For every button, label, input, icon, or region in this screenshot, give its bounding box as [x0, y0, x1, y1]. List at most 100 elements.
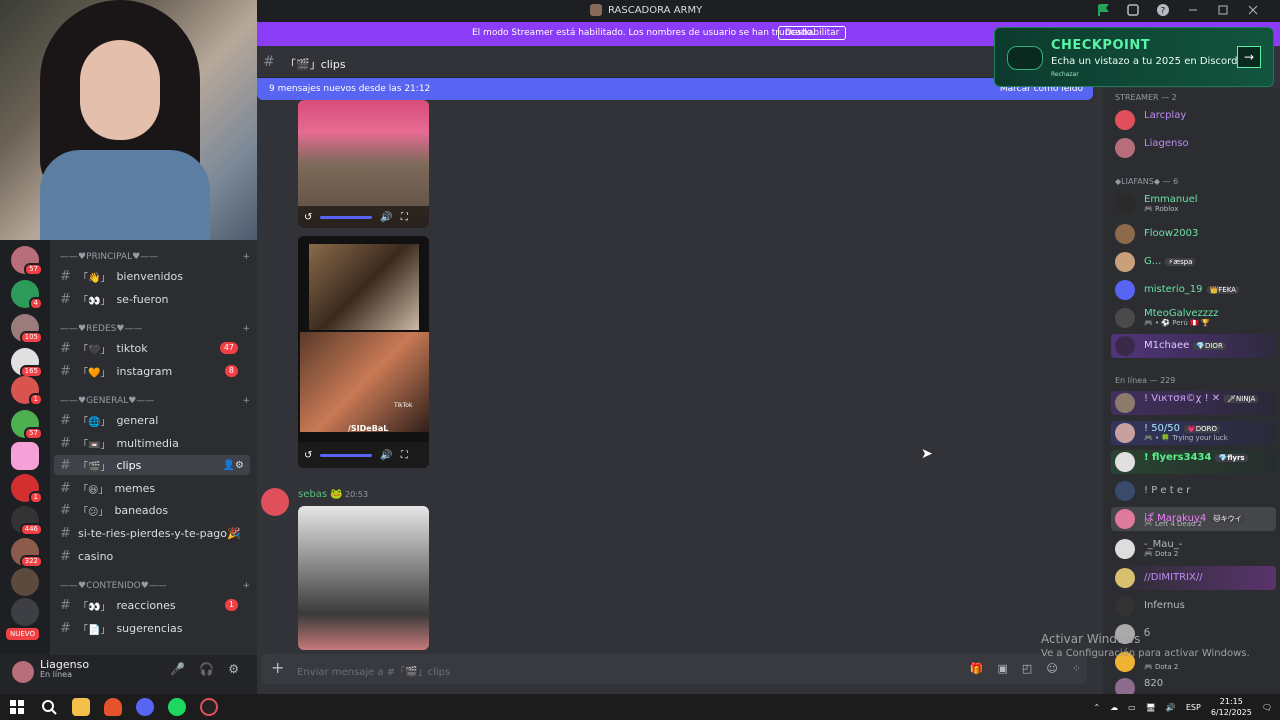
inbox-icon[interactable]: [1126, 3, 1140, 17]
server-icon[interactable]: 4: [11, 280, 43, 310]
server-icon[interactable]: 1: [11, 474, 43, 504]
reject-link[interactable]: Rechazar: [1051, 71, 1079, 78]
category-contenido[interactable]: ——♥CONTENIDO♥—— +: [60, 581, 250, 591]
member-item[interactable]: M1chaee 💎DIOR: [1111, 334, 1276, 358]
channel-se-fueron[interactable]: # 「👀」 se-fueron: [54, 289, 250, 309]
disable-streamer-button[interactable]: Deshabilitar: [778, 26, 847, 40]
fullscreen-icon[interactable]: ⛶: [401, 212, 408, 223]
member-item[interactable]: MteoGalvezzzz 🎮 • ⚽ Perú 🇵🇪 🏆: [1111, 306, 1276, 330]
new-messages-bar[interactable]: 9 mensajes nuevos desde las 21:12 Marcar…: [257, 78, 1093, 100]
video-progress[interactable]: [320, 215, 373, 219]
windows-start-icon[interactable]: [8, 698, 26, 716]
volume-icon[interactable]: 🔊: [380, 450, 392, 461]
plus-icon[interactable]: +: [271, 658, 284, 677]
member-item[interactable]: //DIMITRIX//: [1111, 566, 1276, 590]
member-item[interactable]: Infernus: [1111, 594, 1276, 618]
channel-si-te-ries[interactable]: # si-te-ries-pierdes-y-te-pago🎉: [54, 523, 250, 543]
arrow-right-icon[interactable]: →: [1237, 46, 1261, 68]
gear-icon[interactable]: ⚙: [228, 662, 239, 676]
minimize-icon[interactable]: [1186, 3, 1200, 17]
channel-instagram[interactable]: # 「🧡」 instagram 8: [54, 361, 250, 381]
volume-icon[interactable]: 🔊: [1166, 703, 1176, 712]
add-channel-icon[interactable]: +: [242, 324, 250, 334]
add-channel-icon[interactable]: +: [242, 252, 250, 262]
server-icon[interactable]: 57: [11, 246, 43, 276]
message-input[interactable]: Enviar mensaje a #「🎬」clips: [297, 663, 450, 678]
server-icon[interactable]: [11, 442, 39, 470]
discord-icon[interactable]: [136, 698, 154, 716]
member-item[interactable]: Emmanuel 🎮 Roblox: [1111, 192, 1276, 216]
channel-general[interactable]: # 「🌐」 general: [54, 410, 250, 430]
flag-icon[interactable]: [1096, 3, 1110, 17]
avatar[interactable]: [12, 661, 34, 683]
emoji-icon[interactable]: ☺: [1046, 662, 1057, 675]
close-icon[interactable]: [1246, 3, 1260, 17]
brave-browser-icon[interactable]: [104, 698, 122, 716]
battery-icon[interactable]: ▭: [1128, 703, 1136, 712]
member-item[interactable]: Larcplay: [1111, 108, 1276, 132]
category-redes[interactable]: ——♥REDES♥—— +: [60, 324, 250, 334]
member-item[interactable]: ! Vιктσя©χ ! ✕ 🗡NINJA: [1111, 391, 1276, 415]
video-progress[interactable]: [320, 453, 373, 457]
gif-icon[interactable]: ▣: [998, 662, 1008, 675]
server-icon[interactable]: 446: [11, 506, 43, 536]
replay-icon[interactable]: ↺: [304, 212, 312, 223]
member-item[interactable]: ! 50/50 💗DORO 🎮 • 🍀 Trying your luck: [1111, 421, 1276, 445]
channel-bienvenidos[interactable]: # 「👋」 bienvenidos: [54, 266, 250, 286]
file-explorer-icon[interactable]: [72, 698, 90, 716]
server-icon[interactable]: [11, 568, 39, 596]
checkpoint-popup[interactable]: CHECKPOINT Echa un vistazo a tu 2025 en …: [994, 27, 1274, 87]
member-item[interactable]: Liagenso: [1111, 136, 1276, 160]
member-item[interactable]: ! flyers3434 💎flyrs: [1111, 450, 1276, 474]
category-principal[interactable]: ——♥PRINCIPAL♥—— +: [60, 252, 250, 262]
maximize-icon[interactable]: [1216, 3, 1230, 17]
cloud-icon[interactable]: ☁: [1110, 703, 1118, 712]
add-channel-icon[interactable]: +: [242, 396, 250, 406]
avatar[interactable]: [261, 488, 289, 516]
video-attachment[interactable]: ↺ 🔊 ⛶: [298, 100, 429, 228]
chevron-up-icon[interactable]: ⌃: [1093, 703, 1100, 712]
fullscreen-icon[interactable]: ⛶: [401, 450, 408, 461]
headphones-icon[interactable]: 🎧: [199, 662, 214, 676]
server-icon[interactable]: 322: [11, 538, 43, 568]
member-item[interactable]: ! P e t e r: [1111, 479, 1276, 503]
clock[interactable]: 21:15 6/12/2025: [1211, 696, 1252, 718]
server-icon[interactable]: 105: [11, 314, 43, 344]
network-icon[interactable]: 🖥: [1146, 703, 1156, 712]
category-general[interactable]: ——♥GENERAL♥—— +: [60, 396, 250, 406]
member-item[interactable]: ぱ Marakuy4 🐱キウイ 🎮 Left 4 Dead 2: [1111, 507, 1276, 531]
channel-clips[interactable]: # 「🎬」 clips 👤⚙: [54, 455, 250, 475]
volume-icon[interactable]: 🔊: [380, 212, 392, 223]
message-input-box[interactable]: + Enviar mensaje a #「🎬」clips 🎁 ▣ ◰ ☺ ⁘: [261, 654, 1087, 684]
channel-tiktok[interactable]: # 「🖤」 tiktok 47: [54, 338, 250, 358]
server-icon[interactable]: 165: [11, 348, 43, 378]
gift-icon[interactable]: 🎁: [970, 662, 984, 675]
sticker-icon[interactable]: ◰: [1022, 662, 1032, 675]
microphone-icon[interactable]: 🎤: [170, 662, 185, 676]
channel-casino[interactable]: # casino: [54, 546, 250, 566]
server-icon[interactable]: [11, 598, 39, 626]
member-item[interactable]: misterio_19 👑FEKA: [1111, 278, 1276, 302]
member-item[interactable]: -_Mau_- 🎮 Dota 2: [1111, 537, 1276, 561]
member-item[interactable]: Floow2003: [1111, 222, 1276, 246]
language-indicator[interactable]: ESP: [1186, 703, 1201, 712]
channel-multimedia[interactable]: # 「📼」 multimedia: [54, 433, 250, 453]
member-item[interactable]: G... ⚡æspa: [1111, 250, 1276, 274]
channel-sugerencias[interactable]: # 「📄」 sugerencias: [54, 618, 250, 638]
server-icon[interactable]: 57: [11, 410, 43, 440]
help-icon[interactable]: ?: [1156, 3, 1170, 17]
replay-icon[interactable]: ↺: [304, 450, 312, 461]
video-attachment[interactable]: TikTok /SIDeBaL ↺ 🔊 ⛶: [298, 236, 429, 468]
channel-baneados[interactable]: # 「😕」 baneados: [54, 500, 250, 520]
spotify-icon[interactable]: [168, 698, 186, 716]
channel-memes[interactable]: # 「😆」 memes: [54, 478, 250, 498]
channel-reacciones[interactable]: # 「👀」 reacciones 1: [54, 595, 250, 615]
apps-icon[interactable]: ⁘: [1072, 662, 1081, 675]
message-author[interactable]: sebas 🐸: [298, 489, 343, 500]
channel-settings-icon[interactable]: 👤⚙: [223, 460, 244, 471]
notification-icon[interactable]: 🗨: [1262, 703, 1272, 712]
member-item[interactable]: 820: [1111, 676, 1276, 694]
server-icon[interactable]: 1: [11, 376, 43, 406]
add-channel-icon[interactable]: +: [242, 581, 250, 591]
obs-icon[interactable]: [200, 698, 218, 716]
